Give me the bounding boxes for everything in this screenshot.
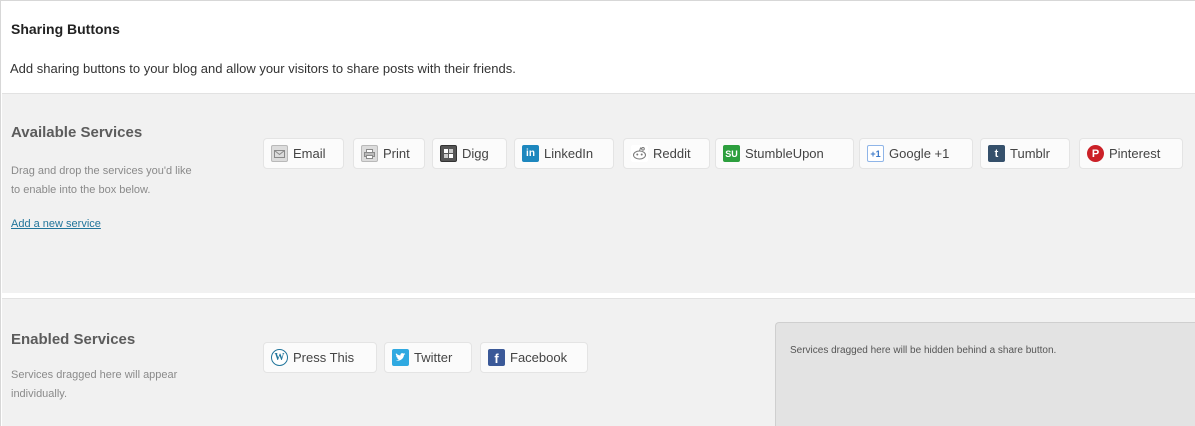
tumblr-icon: t [988, 145, 1005, 162]
google-plus-icon: +1 [867, 145, 884, 162]
service-label: LinkedIn [544, 146, 594, 161]
service-label: Email [293, 146, 326, 161]
twitter-icon [392, 349, 409, 366]
service-label: Facebook [510, 350, 568, 365]
service-linkedin-button[interactable]: in LinkedIn [514, 138, 614, 169]
hidden-services-dropzone-text: Services dragged here will be hidden beh… [790, 345, 1057, 356]
service-twitter-button[interactable]: Twitter [384, 342, 472, 373]
available-services-title: Available Services [11, 124, 143, 141]
print-icon [361, 145, 378, 162]
service-label: Tumblr [1010, 146, 1050, 161]
service-label: Digg [462, 146, 489, 161]
email-icon [271, 145, 288, 162]
service-reddit-button[interactable]: Reddit [623, 138, 710, 169]
pinterest-icon: P [1087, 145, 1104, 162]
service-label: Print [383, 146, 410, 161]
available-desc-line1: Drag and drop the services you'd like [11, 165, 192, 177]
hidden-services-dropzone[interactable]: Services dragged here will be hidden beh… [775, 322, 1195, 426]
digg-icon [440, 145, 457, 162]
add-new-service-link[interactable]: Add a new service [11, 218, 101, 230]
enabled-desc-line1: Services dragged here will appear [11, 369, 178, 381]
page-title: Sharing Buttons [11, 21, 120, 37]
service-digg-button[interactable]: Digg [432, 138, 507, 169]
available-desc-line2: to enable into the box below. [11, 184, 151, 196]
service-label: Press This [293, 350, 355, 365]
page-description: Add sharing buttons to your blog and all… [10, 61, 516, 76]
service-pinterest-button[interactable]: P Pinterest [1079, 138, 1183, 169]
service-label: Twitter [414, 350, 453, 365]
service-google-plus-button[interactable]: +1 Google +1 [859, 138, 973, 169]
service-label: Google +1 [889, 146, 950, 161]
service-label: Reddit [653, 146, 691, 161]
service-stumbleupon-button[interactable]: SU StumbleUpon [715, 138, 854, 169]
service-email-button[interactable]: Email [263, 138, 344, 169]
wordpress-icon: W [271, 349, 288, 366]
available-services-section: Available Services Drag and drop the ser… [2, 93, 1195, 293]
service-press-this-button[interactable]: W Press This [263, 342, 377, 373]
enabled-services-title: Enabled Services [11, 331, 136, 348]
service-tumblr-button[interactable]: t Tumblr [980, 138, 1070, 169]
service-print-button[interactable]: Print [353, 138, 425, 169]
available-services-description: Drag and drop the services you'd like to… [11, 162, 246, 200]
reddit-icon [631, 145, 648, 162]
facebook-icon: f [488, 349, 505, 366]
linkedin-icon: in [522, 145, 539, 162]
service-facebook-button[interactable]: f Facebook [480, 342, 588, 373]
enabled-desc-line2: individually. [11, 388, 68, 400]
enabled-services-description: Services dragged here will appear indivi… [11, 366, 246, 404]
stumbleupon-icon: SU [723, 145, 740, 162]
service-label: StumbleUpon [745, 146, 824, 161]
service-label: Pinterest [1109, 146, 1161, 161]
sharing-settings-panel: Sharing Buttons Add sharing buttons to y… [0, 0, 1195, 426]
